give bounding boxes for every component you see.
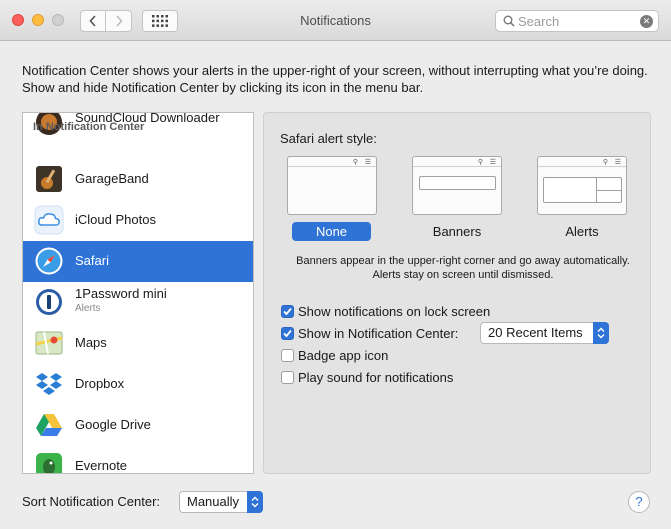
app-list[interactable]: In Notification Center SoundCloud Downlo… — [22, 112, 254, 474]
option-label: Show in Notification Center: — [298, 325, 459, 341]
alert-style-help-text: Banners appear in the upper-right corner… — [296, 255, 630, 281]
google-drive-icon — [36, 414, 62, 436]
sidebar-item-label: iCloud Photos — [75, 212, 156, 227]
safari-icon — [35, 247, 63, 275]
sidebar-item-garageband[interactable]: GarageBand — [23, 159, 253, 200]
sidebar-item-evernote[interactable]: Evernote — [23, 446, 253, 473]
checkmark-icon — [283, 329, 292, 337]
show-in-nc-checkbox[interactable] — [281, 326, 294, 340]
sidebar-header: In Notification Center — [33, 121, 145, 133]
mini-search-icon: ⚲ — [602, 159, 608, 166]
option-play-sound[interactable]: Play sound for notifications — [281, 369, 453, 385]
sidebar-item-safari[interactable]: Safari — [23, 241, 253, 282]
sidebar-item-label: Dropbox — [75, 376, 125, 391]
mini-list-icon: ☰ — [489, 159, 496, 166]
alert-style-none-thumbnail[interactable]: ⚲ ☰ — [287, 156, 377, 215]
alert-style-alerts-thumbnail[interactable]: ⚲ ☰ — [537, 156, 627, 215]
alert-style-none-label[interactable]: None — [292, 222, 371, 241]
banner-preview — [419, 176, 496, 190]
mini-list-icon: ☰ — [614, 159, 621, 166]
help-button[interactable]: ? — [628, 491, 650, 513]
alert-style-banners-label[interactable]: Banners — [412, 222, 502, 241]
sidebar-item-label: 1Password mini — [75, 286, 167, 301]
option-label: Play sound for notifications — [298, 369, 454, 385]
sort-select[interactable]: Manually — [179, 491, 263, 513]
sidebar-item-label: Maps — [75, 335, 107, 350]
search-input[interactable] — [518, 13, 636, 29]
recent-items-value: 20 Recent Items — [488, 325, 583, 340]
icloud-photos-icon — [34, 205, 64, 235]
dropbox-icon — [36, 373, 62, 395]
badge-app-icon-checkbox[interactable] — [281, 348, 294, 362]
title-bar: Notifications ✕ — [0, 0, 671, 41]
sidebar-item-label: Safari — [75, 253, 109, 268]
search-icon — [503, 15, 515, 27]
sort-value: Manually — [187, 494, 240, 509]
description-text: Notification Center shows your alerts in… — [22, 63, 648, 95]
evernote-icon — [36, 453, 62, 473]
alert-style-alerts-label[interactable]: Alerts — [537, 222, 627, 241]
sidebar-item-1password-mini[interactable]: 1Password mini Alerts — [23, 282, 253, 323]
option-label: Badge app icon — [298, 347, 389, 363]
sidebar-item-label: Evernote — [75, 458, 128, 473]
sidebar-item-label: GarageBand — [75, 171, 149, 186]
mini-search-icon: ⚲ — [352, 159, 358, 166]
sidebar-item-icloud-photos[interactable]: iCloud Photos — [23, 200, 253, 241]
alert-style-banners-thumbnail[interactable]: ⚲ ☰ — [412, 156, 502, 215]
option-label: Show notifications on lock screen — [298, 303, 491, 319]
alert-style-label: Safari alert style: — [280, 131, 377, 146]
lock-screen-checkbox[interactable] — [281, 304, 294, 318]
search-field[interactable]: ✕ — [495, 10, 659, 32]
option-lock-screen[interactable]: Show notifications on lock screen — [281, 303, 490, 319]
1password-icon — [36, 289, 62, 315]
garageband-icon — [36, 166, 62, 192]
recent-items-select[interactable]: 20 Recent Items — [480, 322, 609, 344]
sidebar-item-sublabel: Alerts — [75, 303, 101, 314]
checkmark-icon — [283, 307, 292, 315]
sidebar-item-maps[interactable]: Maps — [23, 323, 253, 364]
mini-list-icon: ☰ — [364, 159, 371, 166]
maps-icon — [35, 331, 63, 355]
mini-search-icon: ⚲ — [477, 159, 483, 166]
play-sound-checkbox[interactable] — [281, 370, 294, 384]
option-badge-app-icon[interactable]: Badge app icon — [281, 347, 388, 363]
sidebar-item-label: Google Drive — [75, 417, 151, 432]
up-down-arrows-icon — [593, 322, 609, 344]
sidebar-item-google-drive[interactable]: Google Drive — [23, 405, 253, 446]
sidebar-item-dropbox[interactable]: Dropbox — [23, 364, 253, 405]
alert-preview — [543, 177, 622, 203]
option-show-in-notification-center[interactable]: Show in Notification Center: — [281, 325, 458, 341]
up-down-arrows-icon — [247, 491, 263, 513]
sort-label: Sort Notification Center: — [22, 494, 161, 509]
clear-search-icon[interactable]: ✕ — [640, 15, 653, 28]
